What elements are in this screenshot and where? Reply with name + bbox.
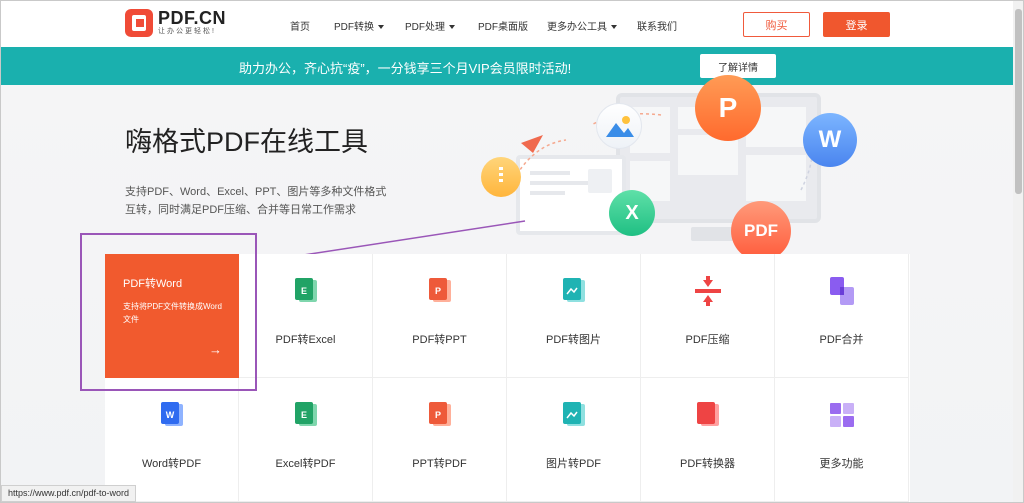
tool-card-image-to-pdf[interactable]: 图片转PDF xyxy=(507,378,641,502)
tool-label: PDF转Excel xyxy=(275,334,336,346)
site-logo[interactable]: PDF.CN 让办公更轻松! xyxy=(125,9,226,37)
tool-label: PDF转换器 xyxy=(680,458,735,470)
chevron-down-icon xyxy=(449,25,455,30)
ppt-doc-icon: P xyxy=(428,402,451,426)
compress-icon xyxy=(694,276,721,306)
word-doc-icon: W xyxy=(160,402,183,426)
tool-label: PPT转PDF xyxy=(412,458,467,470)
tool-card-pdf-converter[interactable]: PDF转换器 xyxy=(641,378,775,502)
tool-label: PDF合并 xyxy=(819,334,864,346)
logo-slogan: 让办公更轻松! xyxy=(158,28,216,35)
converter-icon xyxy=(696,402,719,426)
zip-badge-icon xyxy=(481,157,521,197)
hero-illustration: P W X PDF xyxy=(471,75,871,261)
logo-name: PDF.CN xyxy=(158,8,227,28)
word-badge-icon: W xyxy=(803,113,857,167)
tool-label: Excel转PDF xyxy=(275,458,336,470)
hero-description: 支持PDF、Word、Excel、PPT、图片等多种文件格式 互转，同时满足PD… xyxy=(125,183,415,219)
nav-more-tools[interactable]: 更多办公工具 xyxy=(547,18,617,33)
image-doc-icon xyxy=(562,402,585,426)
scrollbar-thumb[interactable] xyxy=(1015,9,1022,194)
hero-description-line: 互转，同时满足PDF压缩、合并等日常工作需求 xyxy=(125,204,356,216)
promo-text: 助力办公，齐心抗“疫”，一分钱享三个月VIP会员限时活动! xyxy=(239,61,572,76)
excel-badge-icon: X xyxy=(609,190,655,236)
chevron-down-icon xyxy=(611,25,617,30)
nav-contact[interactable]: 联系我们 xyxy=(637,18,677,33)
image-badge-icon xyxy=(596,103,642,149)
hero-description-line: 支持PDF、Word、Excel、PPT、图片等多种文件格式 xyxy=(125,186,387,198)
nav-pdf-process[interactable]: PDF处理 xyxy=(405,18,455,33)
tool-label: PDF压缩 xyxy=(685,334,730,346)
excel-doc-icon: E xyxy=(294,278,317,302)
tool-card-more-features[interactable]: 更多功能 xyxy=(775,378,909,502)
annotation-highlight-box xyxy=(80,233,257,391)
svg-text:W: W xyxy=(165,410,174,420)
nav-pdf-convert[interactable]: PDF转换 xyxy=(334,18,384,33)
grid-apps-icon xyxy=(829,403,854,427)
tool-card-pdf-to-image[interactable]: PDF转图片 xyxy=(507,254,641,378)
link-status-bar: https://www.pdf.cn/pdf-to-word xyxy=(1,485,137,502)
tool-card-ppt-to-pdf[interactable]: P PPT转PDF xyxy=(373,378,507,502)
tool-label: 图片转PDF xyxy=(546,458,601,470)
nav-home[interactable]: 首页 xyxy=(290,18,310,33)
ppt-badge-icon: P xyxy=(695,75,761,141)
svg-text:E: E xyxy=(300,410,306,420)
buy-button[interactable]: 购买 xyxy=(743,12,810,37)
svg-text:E: E xyxy=(300,286,306,296)
nav-pdf-desktop[interactable]: PDF桌面版 xyxy=(478,18,528,33)
tool-card-pdf-to-ppt[interactable]: P PDF转PPT xyxy=(373,254,507,378)
tool-card-pdf-compress[interactable]: PDF压缩 xyxy=(641,254,775,378)
learn-more-button[interactable]: 了解详情 xyxy=(700,54,776,78)
scrollbar[interactable] xyxy=(1013,1,1023,502)
chevron-down-icon xyxy=(378,25,384,30)
logo-icon xyxy=(125,9,153,37)
svg-text:P: P xyxy=(434,286,440,296)
tool-label: Word转PDF xyxy=(141,458,202,470)
excel-doc-icon: E xyxy=(294,402,317,426)
merge-icon xyxy=(829,277,854,305)
tool-label: PDF转图片 xyxy=(546,334,601,346)
site-header: PDF.CN 让办公更轻松! 首页 PDF转换 PDF处理 PDF桌面版 更多办… xyxy=(1,1,1023,47)
tool-card-pdf-to-excel[interactable]: E PDF转Excel xyxy=(239,254,373,378)
tool-card-word-to-pdf[interactable]: W Word转PDF xyxy=(105,378,239,502)
tool-label: PDF转PPT xyxy=(412,334,467,346)
promo-banner: 助力办公，齐心抗“疫”，一分钱享三个月VIP会员限时活动! 了解详情 xyxy=(1,47,1023,85)
login-button[interactable]: 登录 xyxy=(823,12,890,37)
svg-text:P: P xyxy=(434,410,440,420)
image-doc-icon xyxy=(562,278,585,302)
ppt-doc-icon: P xyxy=(428,278,451,302)
browser-viewport: PDF.CN 让办公更轻松! 首页 PDF转换 PDF处理 PDF桌面版 更多办… xyxy=(0,0,1024,503)
pdf-badge-icon: PDF xyxy=(731,201,791,261)
tool-label: 更多功能 xyxy=(819,458,864,470)
dashed-arrow-graphic xyxy=(510,113,813,191)
tool-card-pdf-merge[interactable]: PDF合并 xyxy=(775,254,909,378)
tool-card-excel-to-pdf[interactable]: E Excel转PDF xyxy=(239,378,373,502)
page-title: 嗨格式PDF在线工具 xyxy=(125,127,368,157)
